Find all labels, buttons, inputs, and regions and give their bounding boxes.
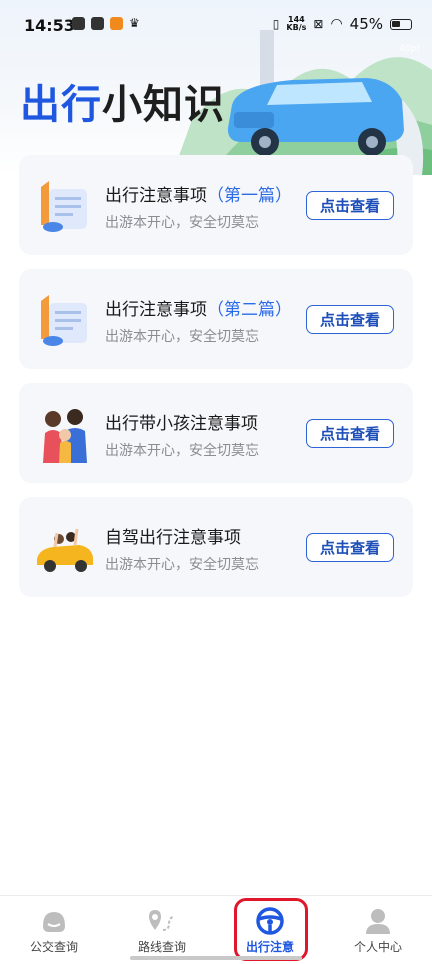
view-button[interactable]: 点击查看: [306, 419, 394, 448]
vibrate-icon: ▯: [272, 17, 280, 31]
view-button[interactable]: 点击查看: [306, 533, 394, 562]
tab-profile[interactable]: 个人中心: [324, 896, 432, 964]
user-icon: [366, 909, 390, 934]
document-scroll-illustration: [41, 181, 87, 232]
card-title: 出行带小孩注意事项: [105, 409, 258, 434]
tab-label: 路线查询: [137, 940, 186, 954]
title-highlight: 出行: [20, 82, 102, 128]
battery-percent: 45%: [349, 15, 383, 33]
bus-icon: [43, 912, 65, 932]
knowledge-card[interactable]: 自驾出行注意事项 出游本开心，安全切莫忘 点击查看: [19, 497, 413, 597]
card-subtitle: 出游本开心，安全切莫忘: [105, 215, 259, 231]
card-title-text: 出行注意事项: [105, 300, 207, 320]
sim-off-icon: ⊠: [313, 17, 324, 31]
net-speed: 144 KB/s: [286, 16, 306, 32]
net-speed-unit: KB/s: [286, 23, 307, 32]
tab-label: 个人中心: [353, 940, 402, 954]
app-notification-icon: [72, 17, 85, 30]
active-tab-highlight: [234, 898, 308, 961]
wifi-icon: ◠: [330, 16, 343, 32]
status-time: 14:53: [24, 16, 75, 35]
card-subtitle: 出游本开心，安全切莫忘: [105, 557, 259, 573]
card-subtitle: 出游本开心，安全切莫忘: [105, 443, 259, 459]
knowledge-card[interactable]: 出行注意事项（第二篇） 出游本开心，安全切莫忘 点击查看: [19, 269, 413, 369]
card-title-text: 出行带小孩注意事项: [105, 414, 258, 434]
family-illustration: [43, 409, 87, 463]
bottom-tab-bar: 公交查询 路线查询 出行注意 个人中心: [0, 895, 432, 964]
view-button[interactable]: 点击查看: [306, 191, 394, 220]
status-right: ▯ 144 KB/s ⊠ ◠ 45%: [273, 15, 412, 33]
page: 40pt 出行小知识 14:53 ♛ ▯ 144 KB/s ⊠ ◠ 45% 出行…: [0, 0, 432, 964]
home-indicator: [130, 956, 302, 960]
title-rest: 小知识: [102, 82, 225, 128]
card-title: 自驾出行注意事项: [105, 523, 241, 548]
view-button[interactable]: 点击查看: [306, 305, 394, 334]
battery-icon: [390, 18, 412, 30]
notification-icons: ♛: [72, 17, 142, 30]
card-title: 出行注意事项（第二篇）: [105, 295, 292, 320]
video-app-icon: [91, 17, 104, 30]
crown-icon: ♛: [129, 16, 140, 30]
card-title-text: 自驾出行注意事项: [105, 528, 241, 548]
shopping-app-icon: [110, 17, 123, 30]
knowledge-card[interactable]: 出行注意事项（第一篇） 出游本开心，安全切莫忘 点击查看: [19, 155, 413, 255]
card-title-part: （第二篇）: [207, 300, 292, 320]
document-scroll-illustration: [41, 295, 87, 346]
card-subtitle: 出游本开心，安全切莫忘: [105, 329, 259, 345]
page-title: 出行小知识: [20, 72, 225, 130]
tab-label: 公交查询: [29, 940, 78, 954]
route-icon: [149, 910, 175, 931]
card-title: 出行注意事项（第一篇）: [105, 181, 292, 206]
card-title-text: 出行注意事项: [105, 186, 207, 206]
tab-route-query[interactable]: 路线查询: [108, 896, 216, 964]
status-bar: 14:53 ♛ ▯ 144 KB/s ⊠ ◠ 45%: [0, 0, 432, 50]
car-trip-illustration: [37, 528, 93, 572]
knowledge-card[interactable]: 出行带小孩注意事项 出游本开心，安全切莫忘 点击查看: [19, 383, 413, 483]
card-title-part: （第一篇）: [207, 186, 292, 206]
tab-bus-query[interactable]: 公交查询: [0, 896, 108, 964]
